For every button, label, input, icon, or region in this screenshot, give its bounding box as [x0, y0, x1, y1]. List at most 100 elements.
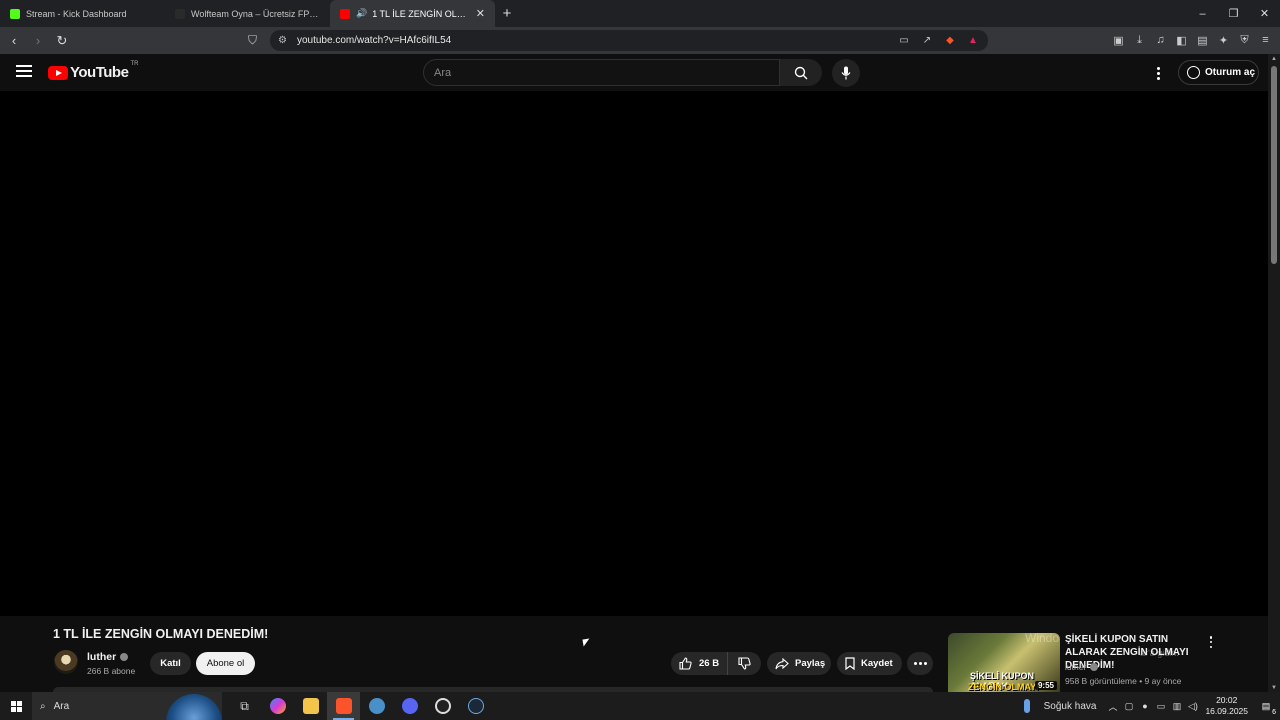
verified-icon	[120, 653, 129, 661]
weather-widget[interactable]: Soğuk hava	[1023, 699, 1096, 713]
save-button[interactable]: Kaydet	[837, 652, 902, 675]
tab-search-icon[interactable]: ▣	[1112, 32, 1125, 48]
maximize-icon[interactable]: ❐	[1218, 0, 1249, 27]
avatar[interactable]	[54, 650, 78, 674]
download-icon[interactable]: ⤓	[1133, 32, 1146, 48]
media-icon[interactable]: ♫	[1154, 32, 1167, 48]
tray-icons: ︿ ▢ ● ▭ ▥ ◁)	[1108, 700, 1197, 712]
more-actions-button[interactable]	[907, 652, 933, 675]
recommended-channel[interactable]: luther	[1065, 662, 1099, 672]
file-explorer-app[interactable]	[294, 692, 327, 720]
guide-menu-icon[interactable]	[16, 65, 32, 79]
page-scrollbar[interactable]: ▲ ▼	[1268, 54, 1280, 692]
vpn-icon[interactable]: ⛨	[1238, 32, 1251, 48]
copilot-app[interactable]	[261, 692, 294, 720]
thumbs-down-icon	[738, 657, 751, 670]
brave-shields-icon[interactable]: ◆	[943, 33, 957, 47]
wallet-icon[interactable]: ▤	[1196, 32, 1209, 48]
recommended-menu-icon[interactable]	[1207, 636, 1215, 648]
new-tab-button[interactable]: +	[495, 5, 519, 22]
country-code: TR	[130, 61, 139, 67]
subscribe-button[interactable]: Abone ol	[196, 652, 255, 675]
system-tray: Soğuk hava ︿ ▢ ● ▭ ▥ ◁) 20:02 16.09.2025…	[1023, 692, 1280, 720]
tab-label: 1 TL İLE ZENGİN OLMAYI DENEDİM!	[372, 8, 470, 19]
mouse-cursor-icon	[582, 638, 591, 647]
tab-youtube-video[interactable]: 🔊 1 TL İLE ZENGİN OLMAYI DENEDİM! ✕	[330, 0, 495, 27]
obs-icon	[434, 698, 451, 714]
start-button[interactable]	[0, 692, 32, 720]
scroll-down-icon[interactable]: ▼	[1271, 685, 1277, 691]
app-launcher[interactable]	[360, 692, 393, 720]
cast-icon[interactable]: ▭	[897, 33, 911, 47]
tab-kick-dashboard[interactable]: Stream - Kick Dashboard	[0, 0, 165, 27]
search-icon: ⌕	[40, 700, 46, 712]
folder-icon	[302, 698, 319, 714]
reload-icon[interactable]: ↻	[52, 33, 72, 49]
tab-wolfteam[interactable]: Wolfteam Oyna – Ücretsiz FPS Oyunu	[165, 0, 330, 27]
brave-rewards-icon[interactable]: ▲	[966, 33, 980, 47]
site-info-icon[interactable]: ⚙	[278, 35, 287, 46]
network-icon[interactable]: ▥	[1172, 700, 1182, 712]
youtube-logo[interactable]: YouTube TR	[48, 61, 139, 81]
video-duration: 9:55	[1034, 681, 1057, 690]
wolfteam-favicon-icon	[175, 8, 185, 19]
recommended-channel-text: luther	[1065, 662, 1087, 672]
notification-icon: ▤	[1261, 700, 1271, 711]
tab-label: Wolfteam Oyna – Ücretsiz FPS Oyunu	[191, 8, 320, 19]
search-button[interactable]	[780, 59, 822, 86]
minimize-icon[interactable]: –	[1187, 0, 1218, 27]
video-title: 1 TL İLE ZENGİN OLMAYI DENEDİM!	[53, 627, 269, 641]
thermometer-icon	[1023, 699, 1030, 713]
device-icon[interactable]: ▢	[1124, 700, 1134, 712]
taskbar-search[interactable]: ⌕ Ara	[32, 692, 222, 720]
channel-name-text: luther	[87, 651, 117, 663]
voice-search-button[interactable]	[832, 59, 860, 87]
copilot-icon	[269, 698, 286, 714]
forward-icon[interactable]: ›	[28, 33, 48, 48]
like-button[interactable]: 26 B	[671, 652, 728, 675]
chevron-up-icon[interactable]: ︿	[1108, 700, 1117, 712]
join-button[interactable]: Katıl	[150, 652, 191, 675]
video-player[interactable]	[0, 91, 1268, 616]
share-button[interactable]: Paylaş	[767, 652, 831, 675]
thumbs-up-icon	[679, 657, 692, 670]
notification-count: 6	[1272, 709, 1276, 716]
settings-menu-icon[interactable]	[1151, 64, 1165, 82]
extensions-row: ▣ ⤓ ♫ ◧ ▤ ✦ ⛨ ≡	[1112, 32, 1272, 48]
audio-playing-icon[interactable]: 🔊	[356, 8, 367, 19]
share-page-icon[interactable]: ↗	[920, 33, 934, 47]
windows-logo-icon	[10, 700, 22, 712]
window-controls: – ❐ ✕	[1187, 0, 1280, 27]
signin-button[interactable]: Oturum aç	[1178, 60, 1259, 85]
microphone-tray-icon[interactable]: ●	[1140, 700, 1149, 712]
close-window-icon[interactable]: ✕	[1249, 0, 1280, 27]
volume-icon[interactable]: ◁)	[1188, 700, 1198, 712]
browser-toolbar: ‹ › ↻ ⛉ ⚙ youtube.com/watch?v=HAfc6ifIL5…	[0, 27, 1280, 54]
bookmark-icon[interactable]: ⛉	[248, 33, 257, 48]
obs-app[interactable]	[426, 692, 459, 720]
activation-watermark: Windo	[1025, 631, 1060, 645]
address-bar[interactable]: ⚙ youtube.com/watch?v=HAfc6ifIL54 ▭ ↗ ◆ …	[270, 30, 988, 51]
steam-icon	[467, 698, 484, 714]
sidebar-icon[interactable]: ◧	[1175, 32, 1188, 48]
dislike-button[interactable]	[728, 657, 761, 670]
channel-name[interactable]: luther	[87, 651, 129, 663]
search-highlight-icon	[166, 694, 222, 720]
youtube-favicon-icon	[340, 8, 350, 19]
close-tab-icon[interactable]: ✕	[476, 7, 485, 20]
brave-browser-app[interactable]	[327, 692, 360, 720]
back-icon[interactable]: ‹	[4, 33, 24, 48]
scroll-up-icon[interactable]: ▲	[1271, 56, 1277, 62]
task-view-button[interactable]: ⧉	[228, 692, 261, 720]
notification-center[interactable]: ▤ 6	[1256, 696, 1276, 717]
browser-menu-icon[interactable]: ≡	[1259, 32, 1272, 48]
clock[interactable]: 20:02 16.09.2025	[1205, 695, 1248, 717]
leo-ai-icon[interactable]: ✦	[1217, 32, 1230, 48]
steam-app[interactable]	[459, 692, 492, 720]
scrollbar-thumb[interactable]	[1271, 66, 1277, 264]
search-input[interactable]	[434, 66, 779, 79]
microphone-icon	[841, 66, 851, 80]
share-icon	[775, 657, 789, 669]
display-icon[interactable]: ▭	[1156, 700, 1166, 712]
discord-app[interactable]	[393, 692, 426, 720]
